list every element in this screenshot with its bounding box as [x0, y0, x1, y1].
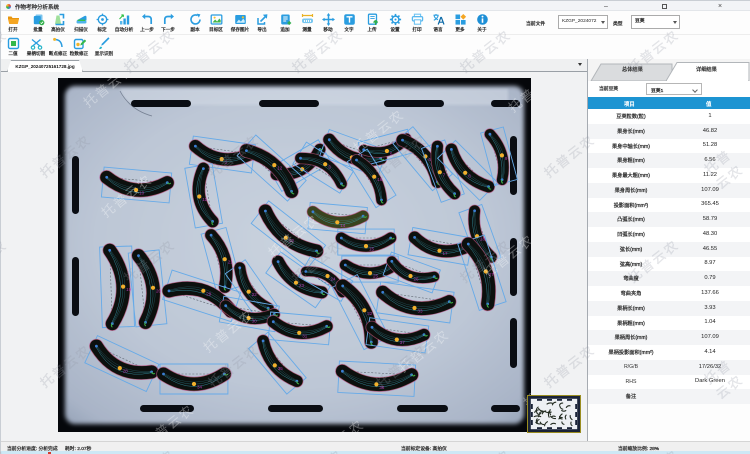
- svg-text:12: 12: [277, 166, 283, 171]
- svg-text:33: 33: [418, 309, 424, 314]
- svg-text:18: 18: [480, 237, 486, 242]
- svg-text:35: 35: [278, 366, 284, 371]
- svg-text:15: 15: [369, 247, 375, 252]
- svg-text:11: 11: [202, 197, 207, 202]
- svg-text:20: 20: [156, 288, 162, 293]
- svg-text:14: 14: [340, 223, 346, 228]
- svg-text:22: 22: [252, 292, 258, 297]
- svg-text:32: 32: [367, 311, 373, 316]
- svg-text:24: 24: [331, 277, 337, 282]
- svg-text:28: 28: [123, 369, 129, 374]
- svg-text:17: 17: [443, 251, 449, 256]
- svg-text:26: 26: [414, 277, 420, 282]
- svg-text:34: 34: [197, 385, 203, 390]
- svg-text:37: 37: [400, 340, 406, 345]
- svg-text:31: 31: [302, 333, 308, 338]
- svg-text:19: 19: [126, 287, 132, 292]
- svg-text:21: 21: [228, 260, 234, 265]
- svg-text:29: 29: [206, 291, 212, 296]
- svg-text:25: 25: [373, 274, 379, 279]
